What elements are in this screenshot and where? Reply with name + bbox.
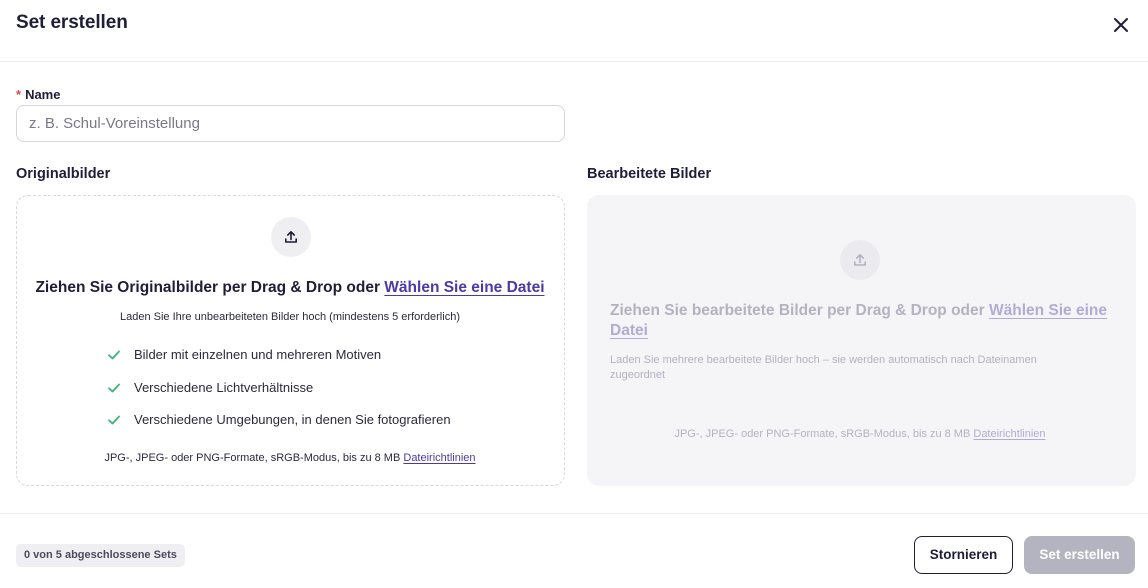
name-label-text: Name — [25, 87, 61, 102]
dialog-title: Set erstellen — [16, 12, 128, 33]
checklist-item: Bilder mit einzelnen und mehreren Motive… — [107, 346, 451, 379]
original-images-label: Originalbilder — [16, 166, 111, 182]
close-icon — [1114, 18, 1128, 32]
upload-button-disabled — [840, 240, 880, 280]
edited-format-info: JPG-, JPEG- oder PNG-Formate, sRGB-Modus… — [587, 427, 1133, 442]
check-icon — [108, 350, 120, 360]
edited-images-dropzone: Ziehen Sie bearbeitete Bilder per Drag &… — [587, 195, 1136, 486]
checklist-item-label: Verschiedene Lichtverhältnisse — [134, 379, 314, 395]
checklist-item: Verschiedene Umgebungen, in denen Sie fo… — [107, 411, 451, 444]
checklist-item-label: Verschiedene Umgebungen, in denen Sie fo… — [134, 412, 451, 427]
check-icon — [108, 415, 120, 425]
original-format-text: JPG-, JPEG- oder PNG-Formate, sRGB-Modus… — [104, 452, 401, 464]
original-drop-text: Ziehen Sie Originalbilder per Drag & Dro… — [35, 279, 380, 296]
original-choose-file-link[interactable]: Wählen Sie eine Datei — [384, 279, 544, 296]
progress-badge: 0 von 5 abgeschlossene Sets — [16, 544, 185, 567]
required-mark: * — [16, 87, 22, 102]
edited-guidelines-link: Dateirichtlinien — [973, 428, 1046, 440]
upload-icon — [854, 254, 866, 266]
create-set-button[interactable]: Set erstellen — [1024, 536, 1135, 574]
original-drop-title: Ziehen Sie Originalbilder per Drag & Dro… — [17, 278, 563, 298]
check-icon — [108, 383, 120, 392]
name-label: * Name — [16, 87, 60, 102]
edited-drop-subtitle: Laden Sie mehrere bearbeitete Bilder hoc… — [610, 354, 1037, 381]
edited-images-label: Bearbeitete Bilder — [587, 166, 712, 182]
edited-drop-title: Ziehen Sie bearbeitete Bilder per Drag &… — [610, 301, 1120, 341]
edited-format-text: JPG-, JPEG- oder PNG-Formate, sRGB-Modus… — [674, 428, 971, 440]
original-guidelines-link[interactable]: Dateirichtlinien — [403, 452, 475, 464]
dialog-footer: 0 von 5 abgeschlossene Sets Stornieren S… — [0, 513, 1148, 588]
original-format-info: JPG-, JPEG- oder PNG-Formate, sRGB-Modus… — [17, 451, 563, 466]
checklist-item-label: Bilder mit einzelnen und mehreren Motive… — [134, 347, 382, 362]
cancel-button[interactable]: Stornieren — [914, 536, 1013, 574]
dialog-header: Set erstellen — [0, 0, 1148, 62]
upload-button[interactable] — [271, 217, 311, 257]
upload-icon — [285, 231, 297, 243]
edited-drop-text: Ziehen Sie bearbeitete Bilder per Drag &… — [610, 302, 985, 319]
requirements-checklist: Bilder mit einzelnen und mehreren Motive… — [107, 346, 451, 444]
name-input[interactable] — [16, 105, 565, 142]
checklist-item: Verschiedene Lichtverhältnisse — [107, 379, 451, 412]
original-drop-subtitle: Laden Sie Ihre unbearbeiteten Bilder hoc… — [120, 311, 460, 323]
close-button[interactable] — [1110, 14, 1132, 36]
original-images-dropzone[interactable]: Ziehen Sie Originalbilder per Drag & Dro… — [16, 195, 565, 486]
